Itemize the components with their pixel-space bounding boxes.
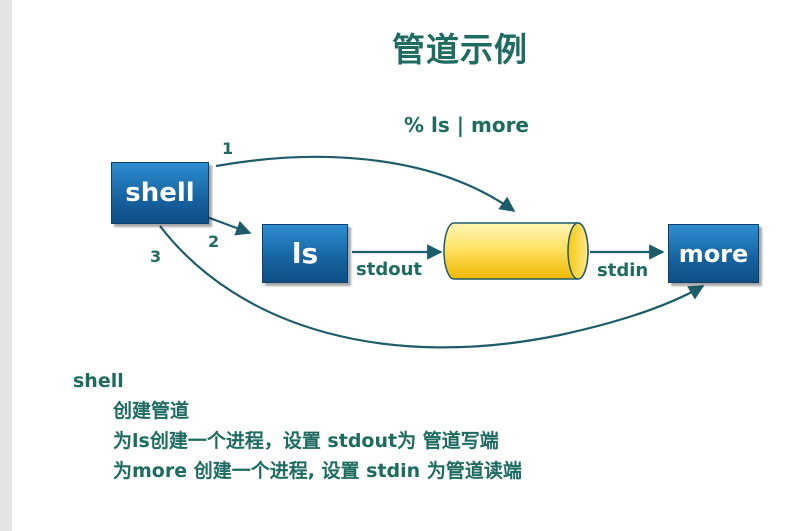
notes-block: shell 创建管道 为ls创建一个进程，设置 stdout为 管道写端 为mo… [73, 366, 522, 486]
arrow-3-shell-to-more [159, 225, 705, 349]
ls-process-box: ls [262, 224, 348, 283]
arrow-2-shell-to-ls [206, 215, 252, 236]
notes-heading: shell [73, 370, 124, 392]
stdin-label: stdin [597, 260, 649, 281]
arrow-2-label: 2 [208, 232, 220, 251]
pipe-cylinder [443, 222, 589, 280]
arrow-1-label: 1 [222, 139, 234, 158]
shell-process-box: shell [111, 162, 209, 224]
notes-line: 为more 创建一个进程, 设置 stdin 为管道读端 [113, 460, 522, 482]
notes-line: 为ls创建一个进程，设置 stdout为 管道写端 [113, 430, 499, 452]
notes-line: 创建管道 [113, 400, 190, 422]
arrow-1-shell-to-pipe [215, 155, 516, 212]
arrow-3-label: 3 [150, 247, 162, 266]
stdout-label: stdout [356, 259, 422, 280]
more-process-box: more [668, 224, 759, 283]
